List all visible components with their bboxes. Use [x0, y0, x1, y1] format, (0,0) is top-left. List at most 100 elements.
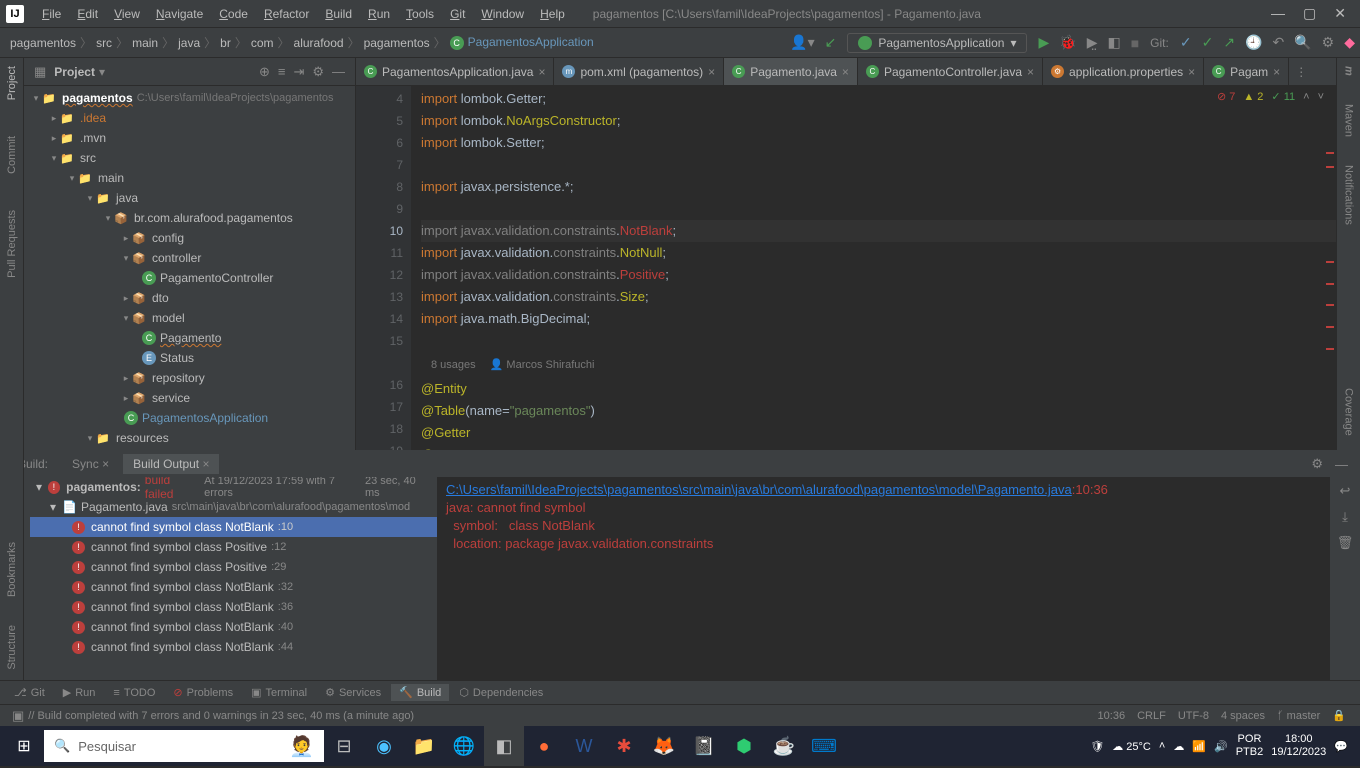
edge-icon[interactable]: ◉ — [364, 726, 404, 766]
chrome-icon[interactable]: 🌐 — [444, 726, 484, 766]
tree-root[interactable]: ▾📁 pagamentos C:\Users\famil\IdeaProject… — [24, 88, 355, 108]
build-error-item[interactable]: !cannot find symbol class NotBlank:44 — [30, 637, 437, 657]
word-icon[interactable]: W — [564, 726, 604, 766]
line-number[interactable]: 16 — [358, 374, 403, 396]
breadcrumb-item[interactable]: br — [218, 36, 233, 50]
code-line[interactable]: import javax.validation.constraints.Size… — [421, 286, 1336, 308]
build-file[interactable]: ▾📄Pagamento.javasrc\main\java\br\com\alu… — [30, 497, 437, 517]
error-file-link[interactable]: C:\Users\famil\IdeaProjects\pagamentos\s… — [446, 482, 1072, 497]
add-config-icon[interactable]: 👤▾ — [785, 34, 819, 51]
task-view-icon[interactable]: ⊟ — [324, 726, 364, 766]
run-config-selector[interactable]: PagamentosApplication ▾ — [847, 33, 1027, 53]
code-line[interactable]: import javax.validation.constraints.NotN… — [421, 242, 1336, 264]
maximize-button[interactable]: ▢ — [1303, 5, 1316, 22]
git-rollback-icon[interactable]: ↶ — [1267, 34, 1289, 51]
hide-panel-icon[interactable]: — — [328, 64, 349, 79]
coverage-button[interactable]: ▶̤ — [1082, 34, 1103, 51]
menu-navigate[interactable]: Navigate — [148, 7, 211, 21]
settings-icon[interactable]: ⚙ — [1317, 34, 1340, 51]
prev-highlight-icon[interactable]: ˄ — [1303, 91, 1309, 103]
editor-tab[interactable]: CPagamento.java× — [724, 58, 858, 86]
breadcrumb-item[interactable]: main — [130, 36, 160, 50]
tree-status[interactable]: EStatus — [24, 348, 355, 368]
tree-resources[interactable]: ▾📁resources — [24, 428, 355, 448]
build-error-item[interactable]: !cannot find symbol class Positive:12 — [30, 537, 437, 557]
firefox-icon[interactable]: 🦊 — [644, 726, 684, 766]
code-content[interactable]: import lombok.Getter;import lombok.NoArg… — [411, 86, 1336, 450]
rail-project[interactable]: Project — [6, 62, 18, 104]
project-view-icon[interactable]: ▦ — [30, 64, 50, 80]
status-eol[interactable]: CRLF — [1131, 710, 1172, 722]
toolwin-todo[interactable]: ≡TODO — [105, 685, 163, 701]
toolwin-problems[interactable]: ⊘Problems — [165, 684, 241, 701]
rail-m[interactable]: m — [1343, 62, 1355, 80]
editor-tab[interactable]: CPagam× — [1204, 58, 1289, 86]
app2-icon[interactable]: ⬢ — [724, 726, 764, 766]
line-number[interactable]: 12 — [358, 264, 403, 286]
toolwin-dependencies[interactable]: ⬡Dependencies — [451, 684, 551, 701]
breadcrumb-item[interactable]: pagamentos — [8, 36, 78, 50]
code-editor[interactable]: 456789101112131415 16171819 import lombo… — [356, 86, 1336, 450]
rail-pull-requests[interactable]: Pull Requests — [6, 206, 18, 282]
tree-pagamento[interactable]: CPagamento — [24, 328, 355, 348]
code-line[interactable]: import javax.validation.constraints.NotB… — [421, 220, 1336, 242]
line-number[interactable]: 4 — [358, 88, 403, 110]
tree-dto[interactable]: ▸📦dto — [24, 288, 355, 308]
line-number[interactable]: 15 — [358, 330, 403, 352]
code-line[interactable]: import lombok.Getter; — [421, 88, 1336, 110]
breadcrumb-item[interactable]: src — [94, 36, 114, 50]
line-number[interactable]: 8 — [358, 176, 403, 198]
tray-volume-icon[interactable]: 🔊 — [1214, 740, 1228, 753]
tree-main[interactable]: ▾📁main — [24, 168, 355, 188]
editor-tab[interactable]: mpom.xml (pagamentos)× — [554, 58, 724, 86]
app-icon[interactable]: ✱ — [604, 726, 644, 766]
update-icon[interactable]: ↙ — [820, 34, 842, 51]
inspection-widget[interactable]: ⊘ 7 ▲ 2 ✓ 11 ˄ ˅ — [1217, 90, 1324, 103]
code-line[interactable]: import java.math.BigDecimal; — [421, 308, 1336, 330]
rail-notifications[interactable]: Notifications — [1343, 161, 1355, 229]
menu-window[interactable]: Window — [473, 7, 532, 21]
notepad-icon[interactable]: 📓 — [684, 726, 724, 766]
project-tree[interactable]: ▾📁 pagamentos C:\Users\famil\IdeaProject… — [24, 86, 355, 450]
menu-edit[interactable]: Edit — [69, 7, 106, 21]
close-button[interactable]: ✕ — [1334, 5, 1346, 22]
build-error-item[interactable]: !cannot find symbol class NotBlank:10 — [30, 517, 437, 537]
menu-run[interactable]: Run — [360, 7, 398, 21]
postman-icon[interactable]: ● — [524, 726, 564, 766]
tree-java[interactable]: ▾📁java — [24, 188, 355, 208]
run-button[interactable]: ▶ — [1033, 34, 1054, 51]
build-tab-output[interactable]: Build Output × — [123, 454, 219, 474]
breadcrumb-item[interactable]: java — [176, 36, 202, 50]
language-indicator[interactable]: PORPTB2 — [1236, 733, 1264, 759]
build-tab-sync[interactable]: Sync × — [62, 454, 119, 474]
rail-commit[interactable]: Commit — [6, 132, 18, 178]
taskbar-search[interactable]: 🔍 Pesquisar 🧑‍💼 — [44, 730, 324, 762]
soft-wrap-icon[interactable]: ↩ — [1336, 483, 1355, 499]
menu-build[interactable]: Build — [317, 7, 360, 21]
git-history-icon[interactable]: 🕘 — [1240, 34, 1267, 51]
status-encoding[interactable]: UTF-8 — [1172, 710, 1215, 722]
menu-help[interactable]: Help — [532, 7, 573, 21]
java-icon[interactable]: ☕ — [764, 726, 804, 766]
rail-coverage[interactable]: Coverage — [1343, 384, 1355, 440]
tree-src[interactable]: ▾📁src — [24, 148, 355, 168]
code-line[interactable]: @Getter — [421, 422, 1336, 444]
status-menu-icon[interactable]: ▣ — [8, 708, 28, 724]
line-number[interactable]: 10 — [358, 220, 403, 242]
profile-button[interactable]: ◧ — [1102, 34, 1125, 51]
tray-onedrive-icon[interactable]: ☁ — [1173, 740, 1184, 753]
rail-maven[interactable]: Maven — [1343, 100, 1355, 141]
build-error-item[interactable]: !cannot find symbol class NotBlank:40 — [30, 617, 437, 637]
tab-close-icon[interactable]: × — [1027, 65, 1034, 79]
intellij-icon[interactable]: ◧ — [484, 726, 524, 766]
toolwin-services[interactable]: ⚙Services — [317, 684, 389, 701]
tab-close-icon[interactable]: × — [1188, 65, 1195, 79]
breadcrumb-item[interactable]: pagamentos — [362, 36, 432, 50]
tab-close-icon[interactable]: × — [538, 65, 545, 79]
menu-tools[interactable]: Tools — [398, 7, 442, 21]
menu-git[interactable]: Git — [442, 7, 473, 21]
editor-tab[interactable]: ⚙application.properties× — [1043, 58, 1204, 86]
code-icon[interactable]: ⌨ — [804, 726, 844, 766]
print-icon[interactable]: 🗑 — [1333, 535, 1358, 551]
search-everywhere-icon[interactable]: 🔍 — [1289, 34, 1316, 51]
